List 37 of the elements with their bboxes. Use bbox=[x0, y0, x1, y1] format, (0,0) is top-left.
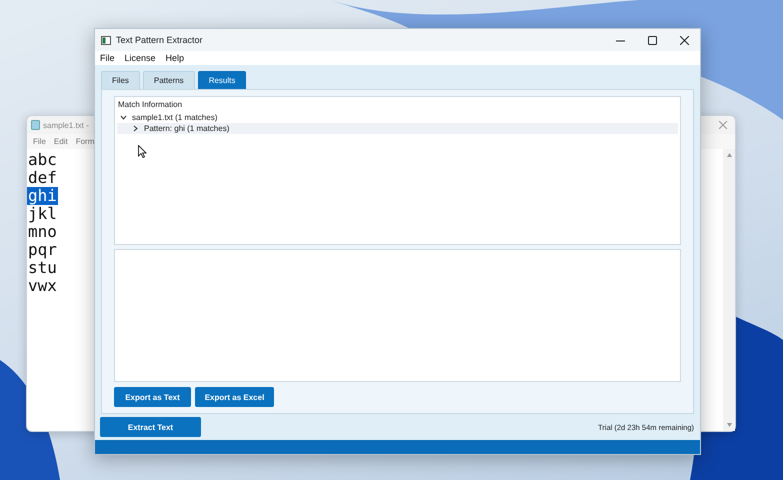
mouse-cursor-icon bbox=[138, 145, 147, 158]
text-line: vwx bbox=[27, 277, 58, 295]
text-line: jkl bbox=[27, 205, 58, 223]
menu-item[interactable]: Edit bbox=[54, 137, 68, 146]
export-button[interactable]: Export as Text bbox=[114, 387, 191, 407]
menu-item[interactable]: Form bbox=[76, 137, 94, 146]
text-line: pqr bbox=[27, 241, 58, 259]
menu-item[interactable]: File bbox=[33, 137, 46, 146]
scroll-down-icon[interactable] bbox=[726, 423, 732, 427]
tree-label: sample1.txt (1 matches) bbox=[132, 113, 218, 122]
notepad-icon bbox=[31, 120, 40, 130]
tab[interactable]: Patterns bbox=[142, 71, 195, 89]
close-icon[interactable] bbox=[719, 121, 727, 129]
text-line: mno bbox=[27, 223, 58, 241]
tree-row[interactable]: sample1.txt (1 matches) bbox=[117, 112, 678, 123]
chevron-right-icon[interactable] bbox=[132, 125, 139, 132]
close-icon bbox=[680, 36, 688, 44]
tree-heading: Match Information bbox=[117, 100, 184, 111]
text-line: abc bbox=[27, 151, 58, 169]
scroll-up-icon[interactable] bbox=[726, 153, 732, 157]
tab[interactable]: Files bbox=[101, 71, 140, 89]
text-line: def bbox=[27, 169, 58, 187]
tree-row[interactable]: Pattern: ghi (1 matches) bbox=[117, 123, 678, 134]
maximize-icon bbox=[648, 36, 656, 44]
window-title: sample1.txt - bbox=[43, 120, 89, 130]
tab[interactable]: Results bbox=[198, 71, 246, 89]
menu-item[interactable]: File bbox=[100, 53, 115, 63]
chevron-down-icon[interactable] bbox=[120, 114, 127, 121]
scrollbar[interactable] bbox=[723, 149, 735, 431]
window-title: Text Pattern Extractor bbox=[116, 35, 203, 45]
menu-item[interactable]: Help bbox=[166, 53, 184, 63]
extract-button[interactable]: Extract Text bbox=[100, 417, 201, 437]
app-icon bbox=[101, 36, 111, 44]
menu-item[interactable]: License bbox=[124, 53, 156, 63]
text-line: stu bbox=[27, 259, 58, 277]
tree-label: Pattern: ghi (1 matches) bbox=[144, 124, 230, 133]
export-button[interactable]: Export as Excel bbox=[195, 387, 274, 407]
